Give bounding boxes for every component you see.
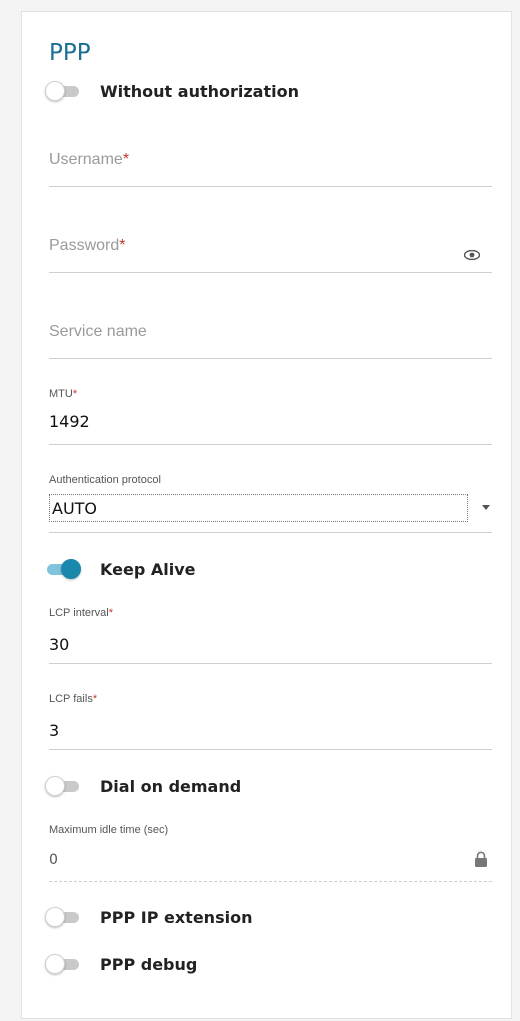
keep-alive-label: Keep Alive [100, 559, 196, 579]
password-placeholder: Password* [49, 237, 126, 254]
without-authorization-row: Without authorization [45, 76, 299, 106]
without-authorization-toggle[interactable] [45, 80, 81, 102]
toggle-knob [45, 954, 65, 974]
lcp-fails-label: LCP fails* [49, 693, 98, 705]
username-field[interactable]: Username* [49, 146, 492, 188]
max-idle-time-label: Maximum idle time (sec) [49, 824, 169, 836]
service-name-placeholder: Service name [49, 323, 147, 340]
lcp-interval-underline [49, 663, 492, 664]
lcp-interval-field[interactable]: LCP interval* 30 [49, 603, 492, 665]
without-authorization-label: Without authorization [100, 81, 299, 101]
ppp-ip-extension-row: PPP IP extension [45, 902, 252, 932]
toggle-knob [61, 559, 81, 579]
mtu-label: MTU* [49, 388, 78, 400]
max-idle-time-underline [49, 881, 492, 882]
auth-protocol-select[interactable]: AUTO [49, 494, 468, 522]
username-underline [49, 186, 492, 187]
dial-on-demand-row: Dial on demand [45, 771, 241, 801]
lcp-interval-label: LCP interval* [49, 607, 113, 619]
ppp-debug-toggle[interactable] [45, 953, 81, 975]
max-idle-time-value: 0 [49, 852, 58, 868]
lcp-fails-field[interactable]: LCP fails* 3 [49, 689, 492, 751]
max-idle-time-field: Maximum idle time (sec) 0 [49, 820, 492, 882]
username-placeholder: Username* [49, 151, 130, 168]
dial-on-demand-label: Dial on demand [100, 776, 242, 796]
ppp-debug-label: PPP debug [100, 954, 198, 974]
auth-protocol-label: Authentication protocol [49, 474, 161, 486]
toggle-knob [45, 81, 65, 101]
ppp-ip-extension-label: PPP IP extension [100, 907, 253, 927]
chevron-down-icon[interactable] [482, 505, 490, 510]
auth-protocol-underline [49, 532, 492, 533]
lcp-interval-value: 30 [49, 635, 70, 654]
password-underline [49, 272, 492, 273]
keep-alive-toggle[interactable] [45, 558, 81, 580]
lcp-fails-underline [49, 749, 492, 750]
auth-protocol-value: AUTO [52, 499, 98, 518]
lock-icon [475, 851, 487, 867]
password-field[interactable]: Password* [49, 232, 492, 274]
auth-protocol-field[interactable]: Authentication protocol AUTO [49, 470, 492, 534]
section-title: PPP [49, 40, 91, 66]
lcp-fails-value: 3 [49, 721, 60, 740]
service-name-underline [49, 358, 492, 359]
keep-alive-row: Keep Alive [45, 554, 195, 584]
mtu-field[interactable]: MTU* 1492 [49, 384, 492, 446]
mtu-value: 1492 [49, 412, 90, 431]
dial-on-demand-toggle[interactable] [45, 775, 81, 797]
ppp-debug-row: PPP debug [45, 949, 197, 979]
service-name-field[interactable]: Service name [49, 318, 492, 360]
mtu-underline [49, 444, 492, 445]
toggle-knob [45, 776, 65, 796]
eye-icon[interactable] [464, 250, 480, 260]
ppp-ip-extension-toggle[interactable] [45, 906, 81, 928]
toggle-knob [45, 907, 65, 927]
